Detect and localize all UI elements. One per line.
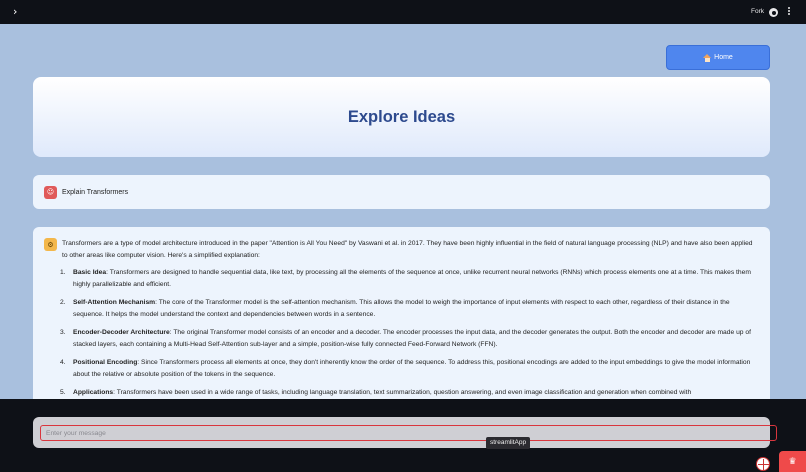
- list-item-term: Encoder-Decoder Architecture: [73, 329, 170, 336]
- list-item-number: 2.: [60, 299, 66, 306]
- list-item-number: 3.: [60, 329, 66, 336]
- github-icon[interactable]: [769, 8, 778, 17]
- list-item-term: Positional Encoding: [73, 359, 138, 366]
- explanation-list: 1. Basic Idea: Transformers are designed…: [60, 267, 758, 399]
- list-item-text: : The core of the Transformer model is t…: [73, 299, 730, 318]
- list-item: 2. Self-Attention Mechanism: The core of…: [60, 297, 758, 321]
- hover-tooltip: streamlitApp: [486, 437, 531, 449]
- list-item: 3. Encoder-Decoder Architecture: The ori…: [60, 327, 758, 351]
- list-item-text: : Since Transformers process all element…: [73, 359, 751, 378]
- list-item-term: Applications: [73, 389, 114, 396]
- user-message-text: Explain Transformers: [62, 188, 129, 196]
- home-button[interactable]: Home: [666, 45, 770, 70]
- list-item-text: : Transformers have been used in a wide …: [113, 389, 692, 396]
- bot-avatar-icon: ⚙: [44, 238, 57, 251]
- user-chat-message: ☺ Explain Transformers: [33, 175, 770, 209]
- list-item-number: 1.: [60, 269, 66, 276]
- sidebar-toggle-chevron-icon[interactable]: ›: [13, 6, 23, 17]
- user-avatar-icon: ☺: [44, 185, 57, 199]
- crown-icon[interactable]: ♛: [779, 451, 806, 472]
- list-item-term: Basic Idea: [73, 269, 107, 276]
- page-title: Explore Ideas: [347, 107, 456, 126]
- top-toolbar: › Fork: [0, 0, 806, 24]
- list-item-number: 5.: [60, 389, 66, 396]
- list-item: 4. Positional Encoding: Since Transforme…: [60, 357, 758, 381]
- chat-message-input[interactable]: [40, 425, 777, 441]
- list-item: 5. Applications: Transformers have been …: [60, 387, 758, 399]
- more-vertical-icon[interactable]: [787, 7, 791, 18]
- assistant-intro-text: Transformers are a type of model archite…: [62, 240, 753, 259]
- home-button-label: Home: [714, 54, 733, 61]
- list-item-number: 4.: [60, 359, 66, 366]
- assistant-chat-message: ⚙ Transformers are a type of model archi…: [33, 227, 770, 402]
- fork-button[interactable]: Fork: [751, 8, 764, 15]
- list-item-term: Self-Attention Mechanism: [73, 299, 156, 306]
- home-icon: [703, 53, 712, 62]
- list-item: 1. Basic Idea: Transformers are designed…: [60, 267, 758, 291]
- streamlit-badge-icon[interactable]: [756, 457, 770, 471]
- list-item-text: : The original Transformer model consist…: [73, 329, 751, 348]
- list-item-text: : Transformers are designed to handle se…: [73, 269, 751, 288]
- hero-banner: Explore Ideas: [33, 77, 770, 157]
